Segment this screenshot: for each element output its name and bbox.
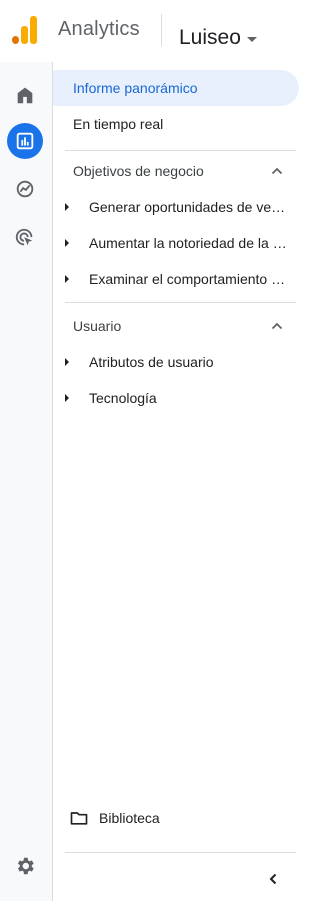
analytics-logo-icon[interactable] <box>12 16 38 44</box>
nav-item-brand-awareness[interactable]: Aumentar la notoriedad de la marca <box>53 225 299 261</box>
nav-item-label: Examinar el comportamiento de los usuari… <box>89 271 289 287</box>
advertising-icon <box>15 228 33 246</box>
rail-settings-button[interactable] <box>7 848 43 884</box>
expand-arrow-icon <box>65 394 69 402</box>
left-rail <box>0 62 53 901</box>
caret-down-icon <box>246 36 257 42</box>
section-title: Objetivos de negocio <box>73 163 204 179</box>
account-selector[interactable]: Luiseo <box>179 26 257 50</box>
account-name: Luiseo <box>179 26 241 49</box>
library-label: Biblioteca <box>99 810 160 826</box>
chevron-up-icon <box>271 167 283 175</box>
rail-reports-button[interactable] <box>7 123 43 159</box>
nav-realtime[interactable]: En tiempo real <box>53 106 299 142</box>
expand-arrow-icon <box>65 203 69 211</box>
chevron-up-icon <box>271 322 283 330</box>
nav-library[interactable]: Biblioteca <box>53 800 299 836</box>
section-title: Usuario <box>73 318 122 334</box>
expand-arrow-icon <box>65 239 69 247</box>
nav-item-label: Generar oportunidades de venta <box>89 199 289 215</box>
nav-item-technology[interactable]: Tecnología <box>53 380 299 416</box>
nav-overview[interactable]: Informe panorámico <box>53 70 299 106</box>
home-icon <box>17 87 33 104</box>
collapse-nav-button[interactable] <box>259 865 287 893</box>
app-name: Analytics <box>58 18 140 40</box>
rail-home-button[interactable] <box>7 77 43 113</box>
nav-item-generate-leads[interactable]: Generar oportunidades de venta <box>53 189 299 225</box>
rail-explore-button[interactable] <box>7 171 43 207</box>
nav-item-label: Atributos de usuario <box>89 354 214 370</box>
explore-icon <box>16 180 34 198</box>
expand-arrow-icon <box>65 275 69 283</box>
expand-arrow-icon <box>65 358 69 366</box>
nav-item-user-attributes[interactable]: Atributos de usuario <box>53 344 299 380</box>
footer-divider <box>65 852 296 853</box>
section-user[interactable]: Usuario <box>53 308 299 344</box>
header-divider <box>161 14 162 46</box>
nav-item-user-behavior[interactable]: Examinar el comportamiento de los usuari… <box>53 261 299 297</box>
gear-icon <box>17 857 34 875</box>
app-header: Analytics Luiseo <box>0 0 308 62</box>
report-navigation: Informe panorámico En tiempo real Objeti… <box>53 62 308 901</box>
reports-icon <box>16 132 34 150</box>
section-divider <box>65 302 296 303</box>
section-divider <box>65 150 296 151</box>
rail-advertising-button[interactable] <box>7 220 43 256</box>
chevron-left-icon <box>269 873 277 885</box>
folder-icon <box>70 812 88 825</box>
nav-item-label: Aumentar la notoriedad de la marca <box>89 235 289 251</box>
nav-item-label: Tecnología <box>89 390 157 406</box>
section-business-objectives[interactable]: Objetivos de negocio <box>53 153 299 189</box>
